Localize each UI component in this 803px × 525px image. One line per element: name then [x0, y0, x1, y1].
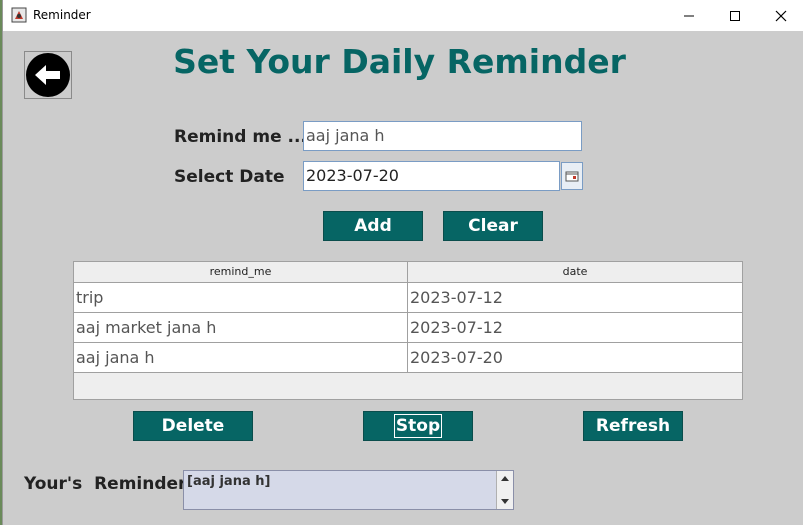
table-cell-date[interactable]: 2023-07-12 — [408, 283, 742, 312]
table-row[interactable]: aaj jana h 2023-07-20 — [74, 343, 742, 373]
close-icon — [775, 10, 787, 21]
remind-me-label: Remind me ... — [174, 127, 307, 147]
stop-button[interactable]: Stop — [363, 411, 473, 441]
select-date-label: Select Date — [174, 167, 285, 187]
add-button[interactable]: Add — [323, 211, 423, 241]
title-bar[interactable]: Reminder — [3, 0, 803, 31]
maximize-icon — [730, 10, 740, 21]
reminders-table: remind_me date trip 2023-07-12 aaj marke… — [73, 261, 743, 400]
minimize-icon — [684, 15, 694, 16]
clear-button[interactable]: Clear — [443, 211, 543, 241]
calendar-button[interactable] — [561, 162, 583, 190]
app-window: Reminder Set Your Daily Reminder Remind … — [2, 0, 803, 525]
close-button[interactable] — [758, 0, 803, 31]
reminder-text: [aaj jana h] — [187, 474, 271, 489]
column-header-remind-me[interactable]: remind_me — [74, 262, 408, 282]
scroll-down-icon[interactable] — [497, 494, 512, 509]
table-cell-date[interactable]: 2023-07-12 — [408, 313, 742, 342]
table-row[interactable]: aaj market jana h 2023-07-12 — [74, 313, 742, 343]
remind-me-input[interactable]: aaj jana h — [303, 121, 582, 151]
refresh-button[interactable]: Refresh — [583, 411, 683, 441]
app-icon — [11, 7, 27, 23]
table-cell-remind-me[interactable]: trip — [74, 283, 408, 312]
scroll-up-icon[interactable] — [497, 471, 512, 486]
delete-button[interactable]: Delete — [133, 411, 253, 441]
table-cell-remind-me[interactable]: aaj jana h — [74, 343, 408, 372]
table-cell-date[interactable]: 2023-07-20 — [408, 343, 742, 372]
table-header: remind_me date — [74, 262, 742, 283]
window-title: Reminder — [33, 8, 91, 22]
reminder-scrollbar[interactable] — [496, 471, 513, 509]
calendar-icon — [565, 171, 579, 182]
stop-button-label: Stop — [393, 414, 443, 438]
column-header-date[interactable]: date — [408, 262, 742, 282]
minimize-button[interactable] — [666, 0, 712, 31]
reminder-text-area[interactable]: [aaj jana h] — [183, 470, 514, 510]
maximize-button[interactable] — [712, 0, 758, 31]
page-title: Set Your Daily Reminder — [173, 42, 626, 81]
table-cell-remind-me[interactable]: aaj market jana h — [74, 313, 408, 342]
table-row[interactable]: trip 2023-07-12 — [74, 283, 742, 313]
your-reminder-label: Your's Reminder — [24, 474, 187, 494]
date-input[interactable]: 2023-07-20 — [303, 161, 560, 191]
